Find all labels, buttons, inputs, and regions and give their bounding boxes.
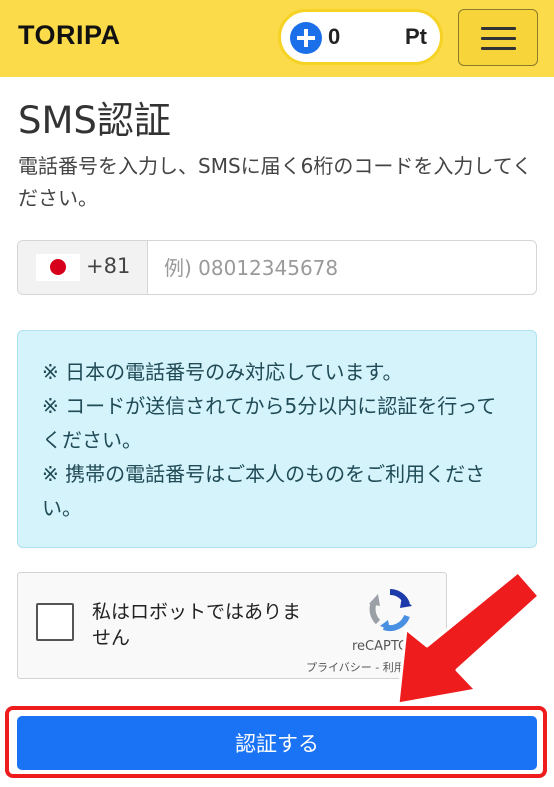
recaptcha-widget: 私はロボットではありません reCAPTCHA プライバシー - 利用規約	[17, 572, 447, 679]
notice-line: ※ コードが送信されてから5分以内に認証を行ってください。	[42, 394, 497, 452]
instruction-text: 電話番号を入力し、SMSに届く6桁のコードを入力してください。	[18, 154, 533, 210]
recaptcha-logo-icon	[369, 588, 412, 632]
points-unit: Pt	[405, 24, 427, 49]
notice-line: ※ 携帯の電話番号はご本人のものをご利用ください。	[42, 462, 486, 520]
notice-line: ※ 日本の電話番号のみ対応しています。	[42, 360, 403, 384]
japan-flag-icon	[36, 254, 80, 281]
points-badge[interactable]: 0 Pt	[278, 9, 443, 65]
verify-button[interactable]: 認証する	[17, 716, 537, 770]
page-title: SMS認証	[18, 99, 171, 142]
points-value: 0	[328, 24, 341, 49]
recaptcha-brand: reCAPTCHA	[352, 639, 426, 654]
menu-button[interactable]	[458, 9, 538, 66]
hamburger-icon	[481, 27, 516, 30]
country-selector[interactable]: +81	[18, 241, 148, 294]
recaptcha-links[interactable]: プライバシー - 利用規約	[306, 659, 427, 675]
phone-field: +81	[17, 240, 537, 295]
notice-box: ※ 日本の電話番号のみ対応しています。 ※ コードが送信されてから5分以内に認証…	[17, 330, 537, 548]
logo[interactable]: TORIPA	[18, 20, 121, 51]
captcha-checkbox[interactable]	[36, 603, 74, 641]
plus-icon[interactable]	[290, 22, 322, 54]
captcha-label: 私はロボットではありません	[92, 601, 302, 649]
phone-number-input[interactable]	[148, 241, 533, 294]
header: TORIPA 0 Pt	[0, 0, 554, 77]
dial-code: +81	[86, 254, 131, 278]
